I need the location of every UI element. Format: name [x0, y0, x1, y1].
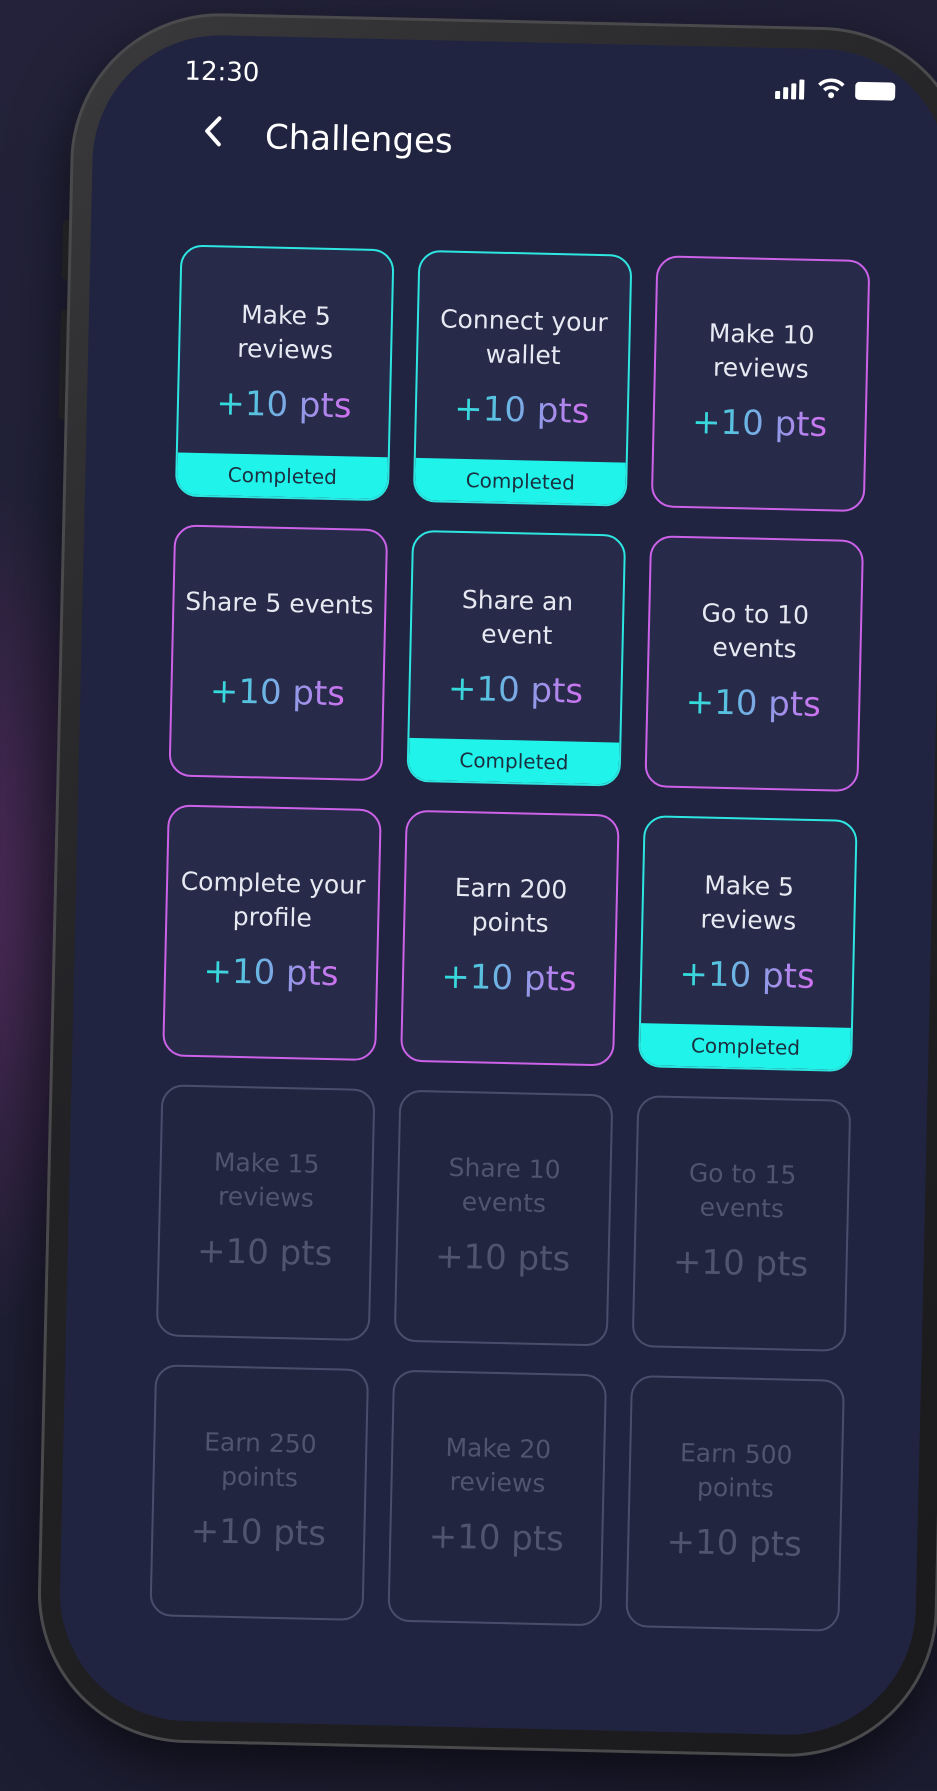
challenge-points: +10 pts	[679, 954, 816, 998]
signal-icon	[775, 79, 807, 100]
challenge-card[interactable]: Earn 500 points +10 pts	[625, 1375, 845, 1632]
challenge-card[interactable]: Complete your profile +10 pts	[162, 804, 382, 1062]
challenge-label: Share 5 events	[185, 586, 374, 620]
page-title: Challenges	[264, 116, 454, 162]
completed-badge: Completed	[640, 1023, 851, 1070]
challenge-card[interactable]: Make 20 reviews +10 pts	[387, 1369, 608, 1627]
challenge-points: +10 pts	[453, 388, 590, 432]
status-icons	[775, 76, 896, 105]
challenge-points: +10 pts	[428, 1516, 565, 1560]
challenge-card[interactable]: Share an event +10 pts Completed	[406, 529, 627, 787]
challenge-card[interactable]: Make 5 reviews +10 pts Completed	[638, 815, 858, 1072]
challenge-points: +10 pts	[691, 402, 828, 446]
challenge-card[interactable]: Go to 10 events +10 pts	[644, 535, 865, 793]
challenge-grid: Make 5 reviews +10 pts Completed Connect yo…	[149, 244, 900, 1632]
challenge-label: Go to 15 events	[688, 1158, 797, 1224]
challenge-card[interactable]: Earn 200 points +10 pts	[400, 809, 620, 1067]
challenge-label: Make 15 reviews	[213, 1147, 320, 1213]
challenge-label: Connect your wallet	[439, 304, 608, 371]
challenge-points: +10 pts	[685, 682, 822, 726]
challenge-card[interactable]: Share 10 events +10 pts	[393, 1089, 614, 1347]
status-time: 12:30	[184, 56, 260, 89]
challenge-card[interactable]: Connect your wallet +10 pts Completed	[412, 249, 633, 507]
challenge-points: +10 pts	[434, 1236, 571, 1280]
challenge-points: +10 pts	[215, 383, 352, 427]
completed-badge: Completed	[176, 452, 388, 500]
phone-device: 12:30 Challenges Make 5 reviews +10 pts Co…	[34, 0, 937, 1790]
challenge-label: Share an event	[461, 584, 574, 651]
challenge-card[interactable]: Share 5 events +10 pts	[168, 524, 389, 782]
challenge-card[interactable]: Make 5 reviews +10 pts Completed	[174, 244, 395, 502]
page-header: Challenges	[203, 115, 454, 162]
battery-icon	[855, 81, 896, 101]
challenge-card[interactable]: Earn 250 points +10 pts	[149, 1364, 370, 1621]
challenge-card[interactable]: Make 15 reviews +10 pts	[155, 1084, 376, 1342]
completed-badge: Completed	[408, 737, 620, 785]
challenge-card[interactable]: Go to 15 events +10 pts	[631, 1095, 852, 1352]
challenge-points: +10 pts	[447, 668, 584, 712]
challenge-label: Complete your profile	[180, 866, 366, 933]
challenge-label: Share 10 events	[448, 1152, 561, 1219]
challenge-points: +10 pts	[203, 951, 340, 995]
challenge-label: Go to 10 events	[701, 598, 810, 664]
challenge-card[interactable]: Make 10 reviews +10 pts	[650, 255, 871, 513]
challenge-points: +10 pts	[440, 956, 578, 1000]
challenge-points: +10 pts	[190, 1511, 327, 1555]
challenge-points: +10 pts	[196, 1231, 333, 1275]
challenge-points: +10 pts	[666, 1521, 803, 1565]
app-screen: 12:30 Challenges Make 5 reviews +10 pts Co…	[57, 32, 937, 1738]
challenge-label: Make 5 reviews	[700, 870, 797, 936]
challenge-label: Make 20 reviews	[445, 1432, 552, 1499]
challenge-label: Earn 250 points	[203, 1427, 317, 1493]
challenge-label: Earn 200 points	[454, 872, 568, 939]
back-chevron-icon[interactable]	[203, 115, 224, 156]
wifi-icon	[817, 77, 846, 104]
challenge-points: +10 pts	[209, 671, 346, 715]
challenge-label: Make 10 reviews	[708, 318, 815, 384]
challenge-points: +10 pts	[672, 1241, 809, 1285]
challenge-label: Earn 500 points	[679, 1438, 793, 1504]
challenge-label: Make 5 reviews	[237, 299, 334, 365]
completed-badge: Completed	[414, 457, 626, 505]
